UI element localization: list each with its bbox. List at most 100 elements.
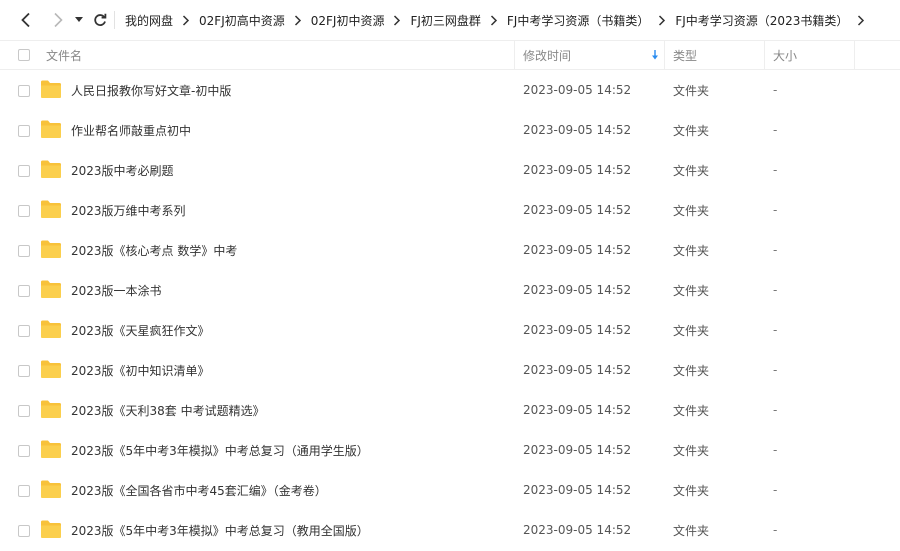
row-checkbox[interactable] — [18, 125, 30, 137]
column-header-name[interactable]: 文件名 — [46, 41, 82, 69]
file-row[interactable]: 作业帮名师敲重点初中 2023-09-05 14:52 文件夹 - — [0, 110, 900, 150]
file-name[interactable]: 2023版《天利38套 中考试题精选》 — [71, 390, 265, 430]
history-dropdown-button[interactable] — [74, 6, 84, 34]
modified-date: 2023-09-05 14:52 — [523, 403, 632, 417]
modified-date: 2023-09-05 14:52 — [523, 163, 632, 177]
modified-date: 2023-09-05 14:52 — [523, 243, 632, 257]
file-type: 文件夹 — [673, 163, 710, 178]
file-row[interactable]: 2023版《初中知识清单》 2023-09-05 14:52 文件夹 - — [0, 350, 900, 390]
column-header-size-label: 大小 — [773, 48, 798, 63]
toolbar-divider — [114, 11, 115, 29]
folder-icon — [41, 440, 61, 458]
file-row[interactable]: 人民日报教你写好文章-初中版 2023-09-05 14:52 文件夹 - — [0, 70, 900, 110]
row-checkbox[interactable] — [18, 405, 30, 417]
modified-date: 2023-09-05 14:52 — [523, 283, 632, 297]
row-checkbox[interactable] — [18, 525, 30, 537]
refresh-button[interactable] — [92, 6, 108, 34]
file-name[interactable]: 2023版万维中考系列 — [71, 190, 186, 230]
file-row[interactable]: 2023版《全国各省市中考45套汇编》（金考卷） 2023-09-05 14:52… — [0, 470, 900, 510]
column-header-name-label: 文件名 — [46, 48, 83, 63]
file-size: - — [773, 243, 778, 257]
folder-icon — [41, 400, 61, 418]
modified-date: 2023-09-05 14:52 — [523, 523, 632, 537]
row-checkbox[interactable] — [18, 485, 30, 497]
chevron-right-icon[interactable] — [857, 14, 865, 26]
chevron-right-icon — [658, 14, 666, 26]
file-name[interactable]: 2023版《天星疯狂作文》 — [71, 310, 210, 350]
file-type: 文件夹 — [673, 483, 710, 498]
file-type: 文件夹 — [673, 283, 710, 298]
row-checkbox[interactable] — [18, 325, 30, 337]
folder-icon — [41, 480, 61, 498]
row-checkbox[interactable] — [18, 205, 30, 217]
modified-date: 2023-09-05 14:52 — [523, 363, 632, 377]
file-size: - — [773, 323, 778, 337]
file-name[interactable]: 2023版《5年中考3年模拟》中考总复习（教用全国版） — [71, 510, 369, 550]
column-divider — [854, 41, 855, 69]
file-name[interactable]: 人民日报教你写好文章-初中版 — [71, 70, 231, 110]
file-name[interactable]: 2023版《核心考点 数学》中考 — [71, 230, 237, 270]
file-name[interactable]: 2023版《初中知识清单》 — [71, 350, 210, 390]
file-type: 文件夹 — [673, 523, 710, 538]
select-all-checkbox[interactable] — [18, 49, 30, 61]
column-header-modified[interactable]: 修改时间 — [523, 41, 663, 69]
breadcrumb-item[interactable]: 02FJ初高中资源 — [199, 12, 285, 29]
column-header-size[interactable]: 大小 — [773, 41, 797, 69]
file-name[interactable]: 2023版中考必刷题 — [71, 150, 174, 190]
modified-date: 2023-09-05 14:52 — [523, 483, 632, 497]
breadcrumb-item[interactable]: 我的网盘 — [125, 12, 173, 29]
file-row[interactable]: 2023版万维中考系列 2023-09-05 14:52 文件夹 - — [0, 190, 900, 230]
column-divider — [664, 41, 665, 69]
file-name[interactable]: 作业帮名师敲重点初中 — [71, 110, 191, 150]
file-type: 文件夹 — [673, 243, 710, 258]
column-header-modified-label: 修改时间 — [523, 48, 572, 63]
row-checkbox[interactable] — [18, 245, 30, 257]
file-row[interactable]: 2023版一本涂书 2023-09-05 14:52 文件夹 - — [0, 270, 900, 310]
caret-down-icon — [75, 17, 83, 22]
folder-icon — [41, 240, 61, 258]
file-size: - — [773, 523, 778, 537]
file-type: 文件夹 — [673, 403, 710, 418]
file-row[interactable]: 2023版《5年中考3年模拟》中考总复习（教用全国版） 2023-09-05 14… — [0, 510, 900, 550]
row-checkbox[interactable] — [18, 285, 30, 297]
file-type: 文件夹 — [673, 323, 710, 338]
file-list: 人民日报教你写好文章-初中版 2023-09-05 14:52 文件夹 - 作业帮名师敲… — [0, 70, 900, 550]
chevron-right-icon — [54, 12, 63, 28]
column-header-type[interactable]: 类型 — [673, 41, 697, 69]
file-name[interactable]: 2023版《全国各省市中考45套汇编》（金考卷） — [71, 470, 327, 510]
file-size: - — [773, 403, 778, 417]
file-row[interactable]: 2023版《5年中考3年模拟》中考总复习（通用学生版） 2023-09-05 14… — [0, 430, 900, 470]
breadcrumb-item[interactable]: FJ初三网盘群 — [410, 12, 480, 29]
breadcrumb-item-current[interactable]: FJ中考学习资源（2023书籍类） — [675, 12, 848, 29]
file-size: - — [773, 163, 778, 177]
file-type: 文件夹 — [673, 83, 710, 98]
file-size: - — [773, 123, 778, 137]
back-button[interactable] — [16, 6, 36, 34]
file-row[interactable]: 2023版《核心考点 数学》中考 2023-09-05 14:52 文件夹 - — [0, 230, 900, 270]
file-row[interactable]: 2023版《天星疯狂作文》 2023-09-05 14:52 文件夹 - — [0, 310, 900, 350]
file-name[interactable]: 2023版《5年中考3年模拟》中考总复习（通用学生版） — [71, 430, 369, 470]
file-name[interactable]: 2023版一本涂书 — [71, 270, 162, 310]
modified-date: 2023-09-05 14:52 — [523, 83, 632, 97]
row-checkbox[interactable] — [18, 445, 30, 457]
row-checkbox[interactable] — [18, 365, 30, 377]
row-checkbox[interactable] — [18, 85, 30, 97]
column-divider — [514, 41, 515, 69]
file-type: 文件夹 — [673, 123, 710, 138]
file-row[interactable]: 2023版《天利38套 中考试题精选》 2023-09-05 14:52 文件夹 - — [0, 390, 900, 430]
file-row[interactable]: 2023版中考必刷题 2023-09-05 14:52 文件夹 - — [0, 150, 900, 190]
modified-date: 2023-09-05 14:52 — [523, 123, 632, 137]
forward-button[interactable] — [48, 6, 68, 34]
chevron-right-icon — [182, 14, 190, 26]
breadcrumb-item[interactable]: FJ中考学习资源（书籍类） — [507, 12, 649, 29]
file-type: 文件夹 — [673, 443, 710, 458]
modified-date: 2023-09-05 14:52 — [523, 443, 632, 457]
file-type: 文件夹 — [673, 203, 710, 218]
folder-icon — [41, 160, 61, 178]
breadcrumb-item[interactable]: 02FJ初中资源 — [311, 12, 385, 29]
sort-descending-icon — [652, 50, 658, 60]
chevron-right-icon — [393, 14, 401, 26]
folder-icon — [41, 520, 61, 538]
row-checkbox[interactable] — [18, 165, 30, 177]
chevron-left-icon — [21, 12, 30, 28]
